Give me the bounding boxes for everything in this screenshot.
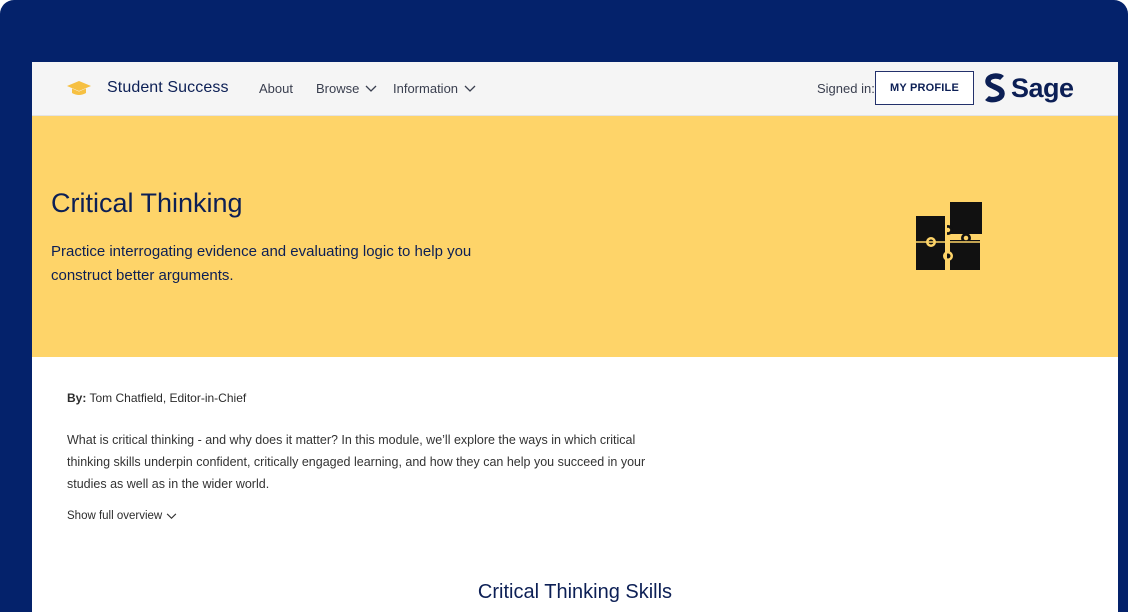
- device-frame: Student Success About Browse Information…: [0, 0, 1128, 612]
- show-full-overview-label: Show full overview: [67, 510, 163, 522]
- sage-logo-icon: [985, 73, 1005, 103]
- module-overview: What is critical thinking - and why does…: [67, 433, 646, 491]
- puzzle-pieces-icon: [916, 202, 982, 270]
- nav-about[interactable]: About: [259, 81, 293, 96]
- hero-description: Practice interrogating evidence and eval…: [51, 243, 472, 284]
- sage-logo-text: Sage: [1011, 72, 1074, 103]
- brand-name-link[interactable]: Student Success: [107, 79, 229, 97]
- nav-information[interactable]: Information: [393, 81, 476, 96]
- author-byline: By: Tom Chatfield, Editor-in-Chief: [67, 391, 246, 405]
- browser-viewport: Student Success About Browse Information…: [32, 62, 1118, 612]
- hero-banner: Critical Thinking Practice interrogating…: [32, 116, 1118, 357]
- nav-information-label: Information: [393, 81, 459, 96]
- chevron-down-icon: [166, 512, 177, 519]
- show-full-overview-button[interactable]: Show full overview: [67, 510, 177, 522]
- page-title: Critical Thinking: [51, 188, 243, 218]
- sage-logo[interactable]: Sage: [984, 71, 1074, 105]
- byline-author: Tom Chatfield, Editor-in-Chief: [89, 391, 247, 405]
- site-header: Student Success About Browse Information…: [32, 62, 1118, 116]
- nav-browse[interactable]: Browse: [316, 81, 377, 96]
- section-heading: Critical Thinking Skills: [477, 581, 673, 603]
- signed-in-label: Signed in:: [817, 81, 875, 96]
- nav-about-label: About: [259, 81, 293, 96]
- my-profile-button[interactable]: MY PROFILE: [875, 71, 974, 105]
- chevron-down-icon: [365, 85, 377, 92]
- chevron-down-icon: [464, 85, 476, 92]
- graduation-cap-icon: [67, 81, 91, 95]
- nav-browse-label: Browse: [316, 81, 360, 96]
- byline-label: By:: [67, 391, 87, 405]
